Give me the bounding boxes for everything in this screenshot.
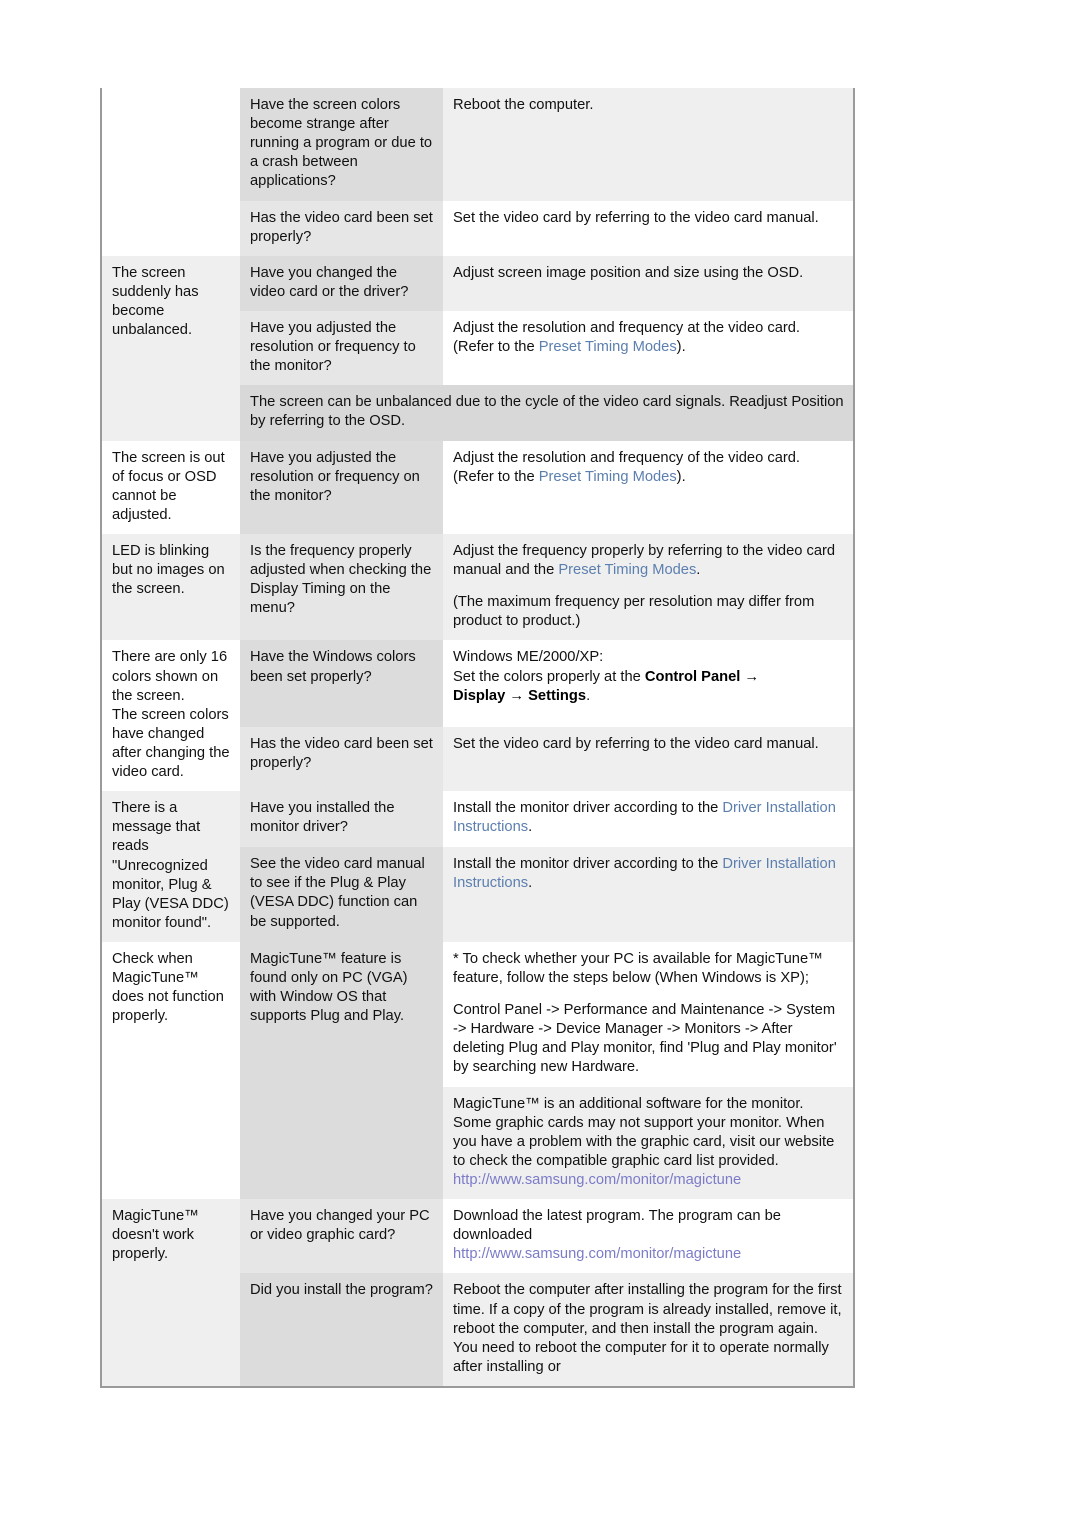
- solution-cell: Adjust screen image position and size us…: [443, 255, 853, 311]
- preset-timing-modes-link[interactable]: Preset Timing Modes: [558, 562, 696, 578]
- solution-paragraph-1: Download the latest program. The program…: [453, 1208, 781, 1244]
- solution-cell: Set the video card by referring to the v…: [443, 726, 853, 792]
- table-row: MagicTune™ doesn't work properly. Have y…: [102, 1199, 853, 1388]
- solution-cell: Reboot the computer after installing the…: [443, 1273, 853, 1388]
- solution-note: (The maximum frequency per resolution ma…: [453, 594, 815, 630]
- page-root: Have the screen colors become strange af…: [0, 0, 1080, 1528]
- solution-cell: Adjust the resolution and frequency of t…: [443, 440, 853, 534]
- symptom-cell: There is a message that reads "Unrecogni…: [102, 791, 240, 942]
- symptom-cell: The screen suddenly has become unbalance…: [102, 255, 240, 441]
- solution-text-post: .: [696, 562, 701, 579]
- solution-cell: * To check whether your PC is available …: [443, 941, 853, 1087]
- check-cell: Have you changed your PC or video graphi…: [240, 1199, 443, 1274]
- symptom-cell: The screen is out of focus or OSD cannot…: [102, 440, 240, 534]
- arrow-glyph-1: →: [740, 668, 760, 685]
- check-cell: Have you adjusted the resolution or freq…: [240, 440, 443, 534]
- solution-cell: Download the latest program. The program…: [443, 1199, 853, 1274]
- driver-link[interactable]: Driver: [722, 856, 761, 872]
- symptom-cell: LED is blinking but no images on the scr…: [102, 533, 240, 641]
- table-row: LED is blinking but no images on the scr…: [102, 533, 853, 641]
- solution-cell: Windows ME/2000/XP: Set the colors proper…: [443, 640, 853, 727]
- arrow-glyph-2: →: [505, 687, 529, 704]
- table-row: There is a message that reads "Unrecogni…: [102, 791, 853, 942]
- solution-paragraph-2: Control Panel -> Performance and Mainten…: [453, 1002, 837, 1076]
- check-cell: Did you install the program?: [240, 1273, 443, 1388]
- check-cell: MagicTune™ feature is found only on PC (…: [240, 941, 443, 1200]
- solution-text-pre: Install the monitor driver according to …: [453, 856, 723, 873]
- troubleshooting-table-wrapper: Have the screen colors become strange af…: [100, 88, 855, 1389]
- preset-timing-modes-link[interactable]: Preset Timing Modes: [539, 339, 677, 355]
- check-cell: Have you installed the monitor driver?: [240, 791, 443, 848]
- keyword-display: Display: [453, 687, 506, 704]
- solution-cell: Adjust the frequency properly by referri…: [443, 533, 853, 641]
- table-row: The screen is out of focus or OSD cannot…: [102, 440, 853, 534]
- solution-text-post: .: [528, 819, 533, 836]
- table-row: There are only 16 colors shown on the sc…: [102, 640, 853, 792]
- solution-cell: Adjust the resolution and frequency at t…: [443, 310, 853, 386]
- table-row: The screen suddenly has become unbalance…: [102, 255, 853, 441]
- span-note-cell: The screen can be unbalanced due to the …: [240, 385, 853, 441]
- table-row: Check when MagicTune™ does not function …: [102, 941, 853, 1200]
- solution-cell: Reboot the computer.: [443, 88, 853, 201]
- symptom-cell-empty: [102, 88, 240, 256]
- symptom-cell: There are only 16 colors shown on the sc…: [102, 640, 240, 792]
- solution-text-post: .: [528, 875, 533, 892]
- solution-text-post: ).: [676, 468, 686, 485]
- solution-paragraph-1: MagicTune™ is an additional software for…: [453, 1095, 835, 1169]
- solution-line-2-post: .: [586, 687, 591, 704]
- check-cell: Have the Windows colors been set properl…: [240, 640, 443, 727]
- solution-cell: Set the video card by referring to the v…: [443, 200, 853, 256]
- check-cell: See the video card manual to see if the …: [240, 847, 443, 942]
- troubleshooting-table: Have the screen colors become strange af…: [102, 88, 853, 1389]
- symptom-cell: Check when MagicTune™ does not function …: [102, 941, 240, 1200]
- check-cell: Have you changed the video card or the d…: [240, 255, 443, 311]
- check-cell: Has the video card been set properly?: [240, 200, 443, 256]
- solution-cell: Install the monitor driver according to …: [443, 791, 853, 848]
- symptom-cell: MagicTune™ doesn't work properly.: [102, 1199, 240, 1388]
- preset-timing-modes-link[interactable]: Preset Timing Modes: [539, 469, 677, 485]
- check-cell: Has the video card been set properly?: [240, 726, 443, 792]
- keyword-settings: Settings: [528, 687, 587, 704]
- solution-text-post: ).: [676, 339, 686, 356]
- solution-paragraph-1: * To check whether your PC is available …: [453, 950, 823, 987]
- table-row: Have the screen colors become strange af…: [102, 88, 853, 256]
- check-cell: Have you adjusted the resolution or freq…: [240, 310, 443, 386]
- solution-line-1: Windows ME/2000/XP:: [453, 649, 604, 666]
- check-cell: Have the screen colors become strange af…: [240, 88, 443, 201]
- magictune-url-link[interactable]: http://www.samsung.com/monitor/magictune: [453, 1245, 741, 1264]
- solution-cell: MagicTune™ is an additional software for…: [443, 1086, 853, 1200]
- check-cell: Is the frequency properly adjusted when …: [240, 533, 443, 641]
- solution-text-pre: Install the monitor driver according to …: [453, 800, 723, 817]
- magictune-url-link[interactable]: http://www.samsung.com/monitor/magictune: [453, 1171, 741, 1190]
- driver-link[interactable]: Driver: [722, 800, 761, 816]
- solution-cell: Install the monitor driver according to …: [443, 847, 853, 942]
- solution-line-2-pre: Set the colors properly at the: [453, 668, 645, 685]
- keyword-control-panel: Control Panel: [644, 668, 741, 685]
